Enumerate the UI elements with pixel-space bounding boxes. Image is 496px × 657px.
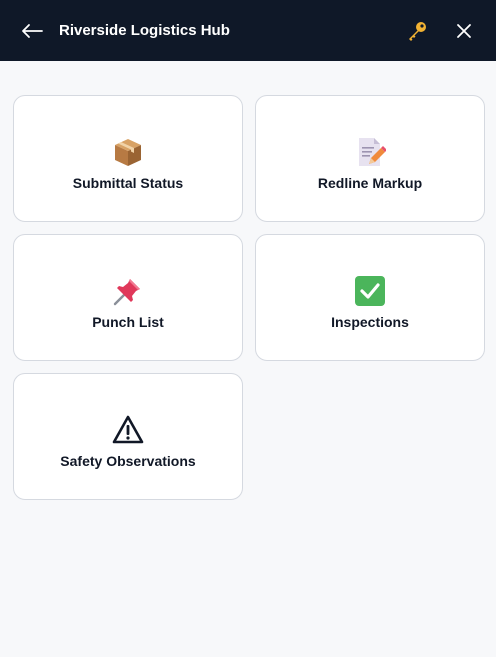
memo-pencil-icon — [353, 135, 387, 169]
tile-label: Safety Observations — [60, 452, 196, 469]
app-header: Riverside Logistics Hub — [0, 0, 496, 61]
check-mark-button-icon — [353, 274, 387, 308]
arrow-left-icon — [22, 23, 43, 38]
package-icon — [111, 135, 145, 169]
feature-grid: Submittal Status Redline Markup Punch Li… — [13, 95, 485, 500]
tile-submittal-status[interactable]: Submittal Status — [13, 95, 243, 222]
tile-redline-markup[interactable]: Redline Markup — [255, 95, 485, 222]
tile-label: Inspections — [331, 313, 409, 330]
back-button[interactable] — [20, 19, 44, 43]
tile-safety-observations[interactable]: Safety Observations — [13, 373, 243, 500]
tile-label: Punch List — [92, 313, 164, 330]
tile-inspections[interactable]: Inspections — [255, 234, 485, 361]
tile-label: Submittal Status — [72, 174, 184, 191]
tile-punch-list[interactable]: Punch List — [13, 234, 243, 361]
tile-label: Redline Markup — [317, 174, 423, 191]
page-title: Riverside Logistics Hub — [59, 22, 230, 39]
pushpin-icon — [111, 274, 145, 308]
close-icon — [457, 23, 471, 38]
warning-icon — [111, 413, 145, 447]
key-icon — [409, 21, 426, 41]
close-button[interactable] — [452, 19, 476, 43]
key-button[interactable] — [405, 19, 429, 43]
